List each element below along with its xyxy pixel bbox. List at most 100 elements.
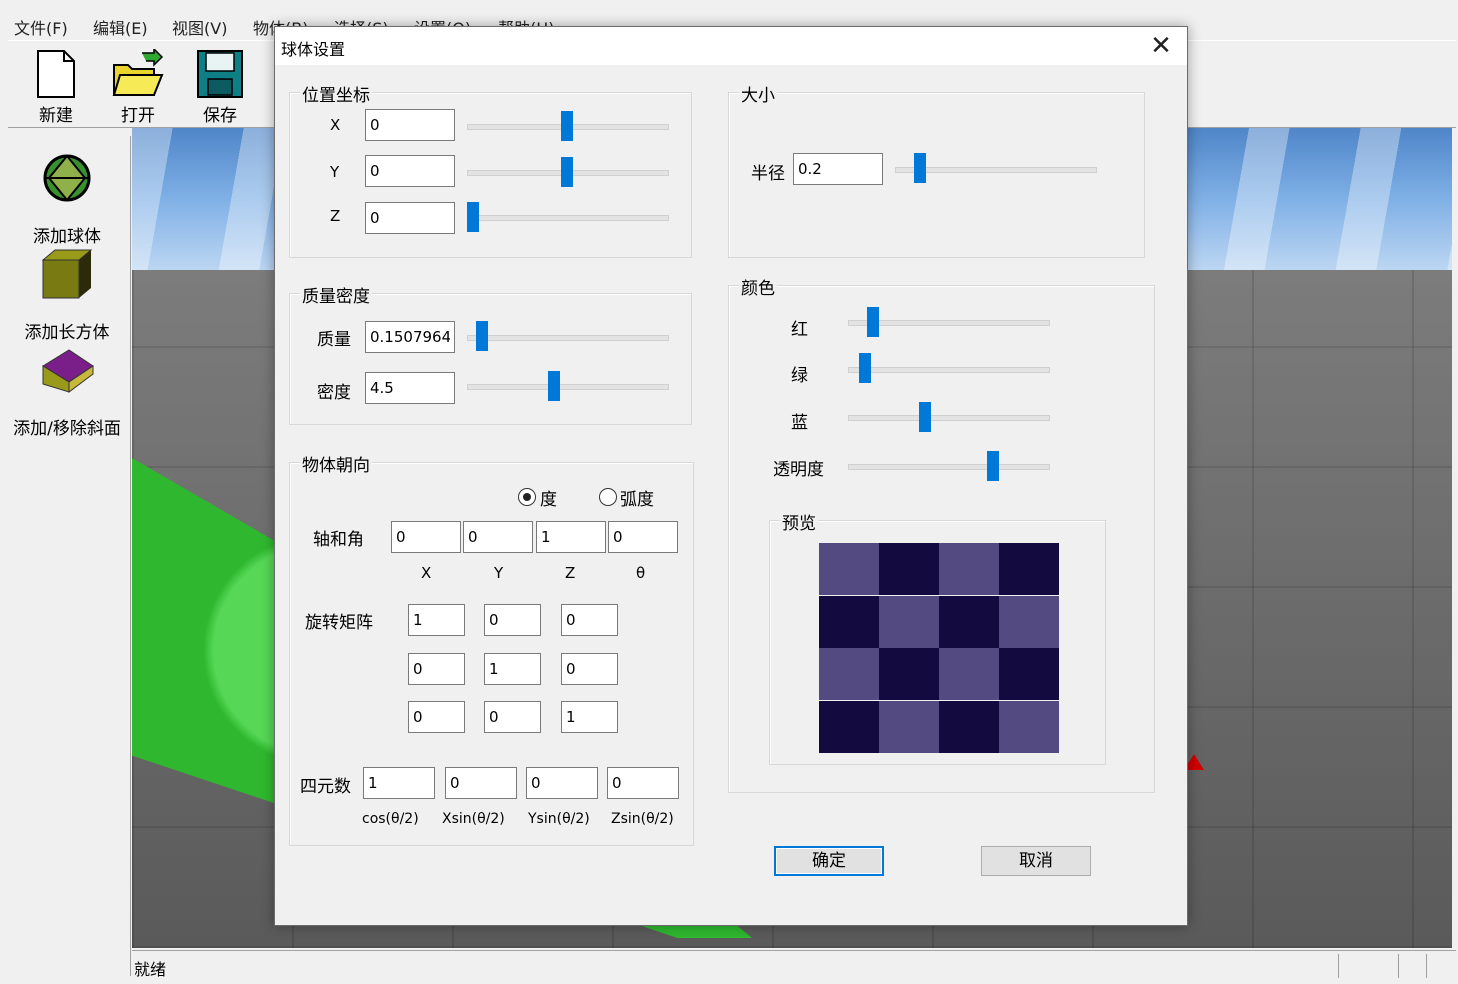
- mass-slider-thumb[interactable]: [476, 321, 489, 351]
- save-label: 保存: [203, 106, 237, 126]
- x-slider-thumb[interactable]: [561, 111, 573, 141]
- add-box-label: 添加长方体: [24, 323, 110, 343]
- rotation-matrix-cell[interactable]: [408, 701, 465, 733]
- radian-label: 弧度: [620, 490, 654, 510]
- degree-radio[interactable]: [518, 488, 536, 506]
- preview-cell: [939, 648, 999, 700]
- z-slider-track[interactable]: [467, 215, 669, 221]
- blue-slider-track[interactable]: [848, 415, 1050, 421]
- size-group-title: 大小: [739, 81, 777, 106]
- quaternion-x-header: Xsin(θ/2): [442, 811, 505, 827]
- rotation-matrix-cell[interactable]: [484, 604, 541, 636]
- radius-label: 半径: [751, 164, 785, 184]
- quaternion-x-input[interactable]: [445, 767, 517, 799]
- preview-cell: [999, 648, 1059, 700]
- open-folder-icon: [112, 47, 164, 96]
- cancel-button[interactable]: 取消: [981, 846, 1091, 876]
- quaternion-z-input[interactable]: [607, 767, 679, 799]
- status-cell: [1426, 954, 1455, 978]
- open-button[interactable]: 打开: [100, 45, 176, 126]
- radius-slider-thumb[interactable]: [913, 153, 926, 183]
- new-file-icon: [37, 50, 75, 98]
- rotation-matrix-cell[interactable]: [561, 701, 618, 733]
- quaternion-w-input[interactable]: [363, 767, 435, 799]
- red-slider-thumb[interactable]: [866, 307, 879, 337]
- green-label: 绿: [791, 366, 808, 386]
- toggle-slope-button[interactable]: 添加/移除斜面: [4, 344, 130, 439]
- rotation-matrix-cell[interactable]: [408, 653, 465, 685]
- green-slider-thumb[interactable]: [859, 353, 872, 383]
- quaternion-z-header: Zsin(θ/2): [611, 811, 674, 827]
- preview-cell: [879, 648, 939, 700]
- menu-view[interactable]: 视图(V): [172, 15, 227, 39]
- add-sphere-button[interactable]: 添加球体: [4, 152, 130, 247]
- axis-x-header: X: [421, 564, 432, 582]
- preview-cell: [879, 700, 939, 753]
- axis-x-input[interactable]: [391, 521, 461, 553]
- rotation-matrix-cell[interactable]: [561, 653, 618, 685]
- quaternion-label: 四元数: [300, 777, 351, 797]
- preview-label: 预览: [780, 509, 818, 534]
- density-input[interactable]: [365, 372, 455, 404]
- status-text: 就绪: [134, 960, 167, 979]
- preview-cell: [999, 595, 1059, 648]
- density-slider-track[interactable]: [467, 384, 669, 390]
- quaternion-y-header: Ysin(θ/2): [528, 811, 590, 827]
- axis-z-input[interactable]: [536, 521, 606, 553]
- axis-y-input[interactable]: [463, 521, 533, 553]
- toggle-slope-label: 添加/移除斜面: [13, 419, 121, 439]
- new-button[interactable]: 新建: [18, 45, 94, 126]
- y-slider-thumb[interactable]: [561, 157, 573, 187]
- sphere-settings-dialog: 球体设置 ✕ 位置坐标 X Y Z 质量密度 质量 密度 物体朝向 度 弧度 轴…: [274, 26, 1188, 926]
- ok-button[interactable]: 确定: [774, 846, 884, 876]
- angle-theta-input[interactable]: [608, 521, 678, 553]
- green-slider-track[interactable]: [848, 367, 1050, 373]
- add-box-button[interactable]: 添加长方体: [4, 248, 130, 343]
- density-slider-thumb[interactable]: [547, 371, 560, 401]
- mass-density-group-title: 质量密度: [300, 282, 372, 307]
- mass-density-group: 质量密度: [289, 282, 692, 425]
- close-icon[interactable]: ✕: [1135, 27, 1187, 65]
- alpha-slider-thumb[interactable]: [987, 451, 1000, 481]
- quaternion-y-input[interactable]: [526, 767, 598, 799]
- y-position-input[interactable]: [365, 155, 455, 187]
- degree-label: 度: [540, 490, 557, 510]
- menu-edit[interactable]: 编辑(E): [93, 15, 148, 39]
- mass-input[interactable]: [365, 321, 455, 353]
- axis-y-header: Y: [494, 564, 504, 582]
- save-button[interactable]: 保存: [182, 45, 258, 126]
- color-group-title: 颜色: [739, 274, 777, 299]
- radian-radio[interactable]: [599, 488, 617, 506]
- mass-label: 质量: [317, 330, 351, 350]
- preview-cell: [879, 543, 939, 595]
- menu-file[interactable]: 文件(F): [14, 15, 68, 39]
- axis-z-header: Z: [565, 564, 576, 582]
- blue-slider-thumb[interactable]: [919, 402, 932, 432]
- z-slider-thumb[interactable]: [467, 202, 479, 232]
- dialog-title: 球体设置: [281, 40, 346, 59]
- z-position-input[interactable]: [365, 202, 455, 234]
- size-group: 大小: [728, 81, 1145, 258]
- object-panel: 添加球体 添加长方体 添加/移除斜面: [4, 136, 131, 976]
- rotation-matrix-cell[interactable]: [408, 604, 465, 636]
- y-label: Y: [330, 163, 340, 181]
- preview-cell: [939, 595, 999, 648]
- position-group-title: 位置坐标: [300, 81, 372, 106]
- preview-cell: [999, 543, 1059, 595]
- radius-input[interactable]: [793, 153, 883, 185]
- status-cell: [1398, 954, 1427, 978]
- alpha-label: 透明度: [773, 460, 824, 480]
- quaternion-w-header: cos(θ/2): [362, 811, 419, 827]
- x-position-input[interactable]: [365, 109, 455, 141]
- rotation-matrix-cell[interactable]: [484, 701, 541, 733]
- dialog-title-bar[interactable]: 球体设置 ✕: [275, 27, 1187, 65]
- floppy-disk-icon: [197, 50, 243, 98]
- rotation-matrix-cell[interactable]: [561, 604, 618, 636]
- z-label: Z: [330, 207, 341, 225]
- color-preview-swatch: [819, 543, 1059, 753]
- mass-slider-track[interactable]: [467, 335, 669, 341]
- rotation-matrix-cell[interactable]: [484, 653, 541, 685]
- add-sphere-label: 添加球体: [33, 227, 101, 247]
- alpha-slider-track[interactable]: [848, 464, 1050, 470]
- preview-cell: [999, 700, 1059, 753]
